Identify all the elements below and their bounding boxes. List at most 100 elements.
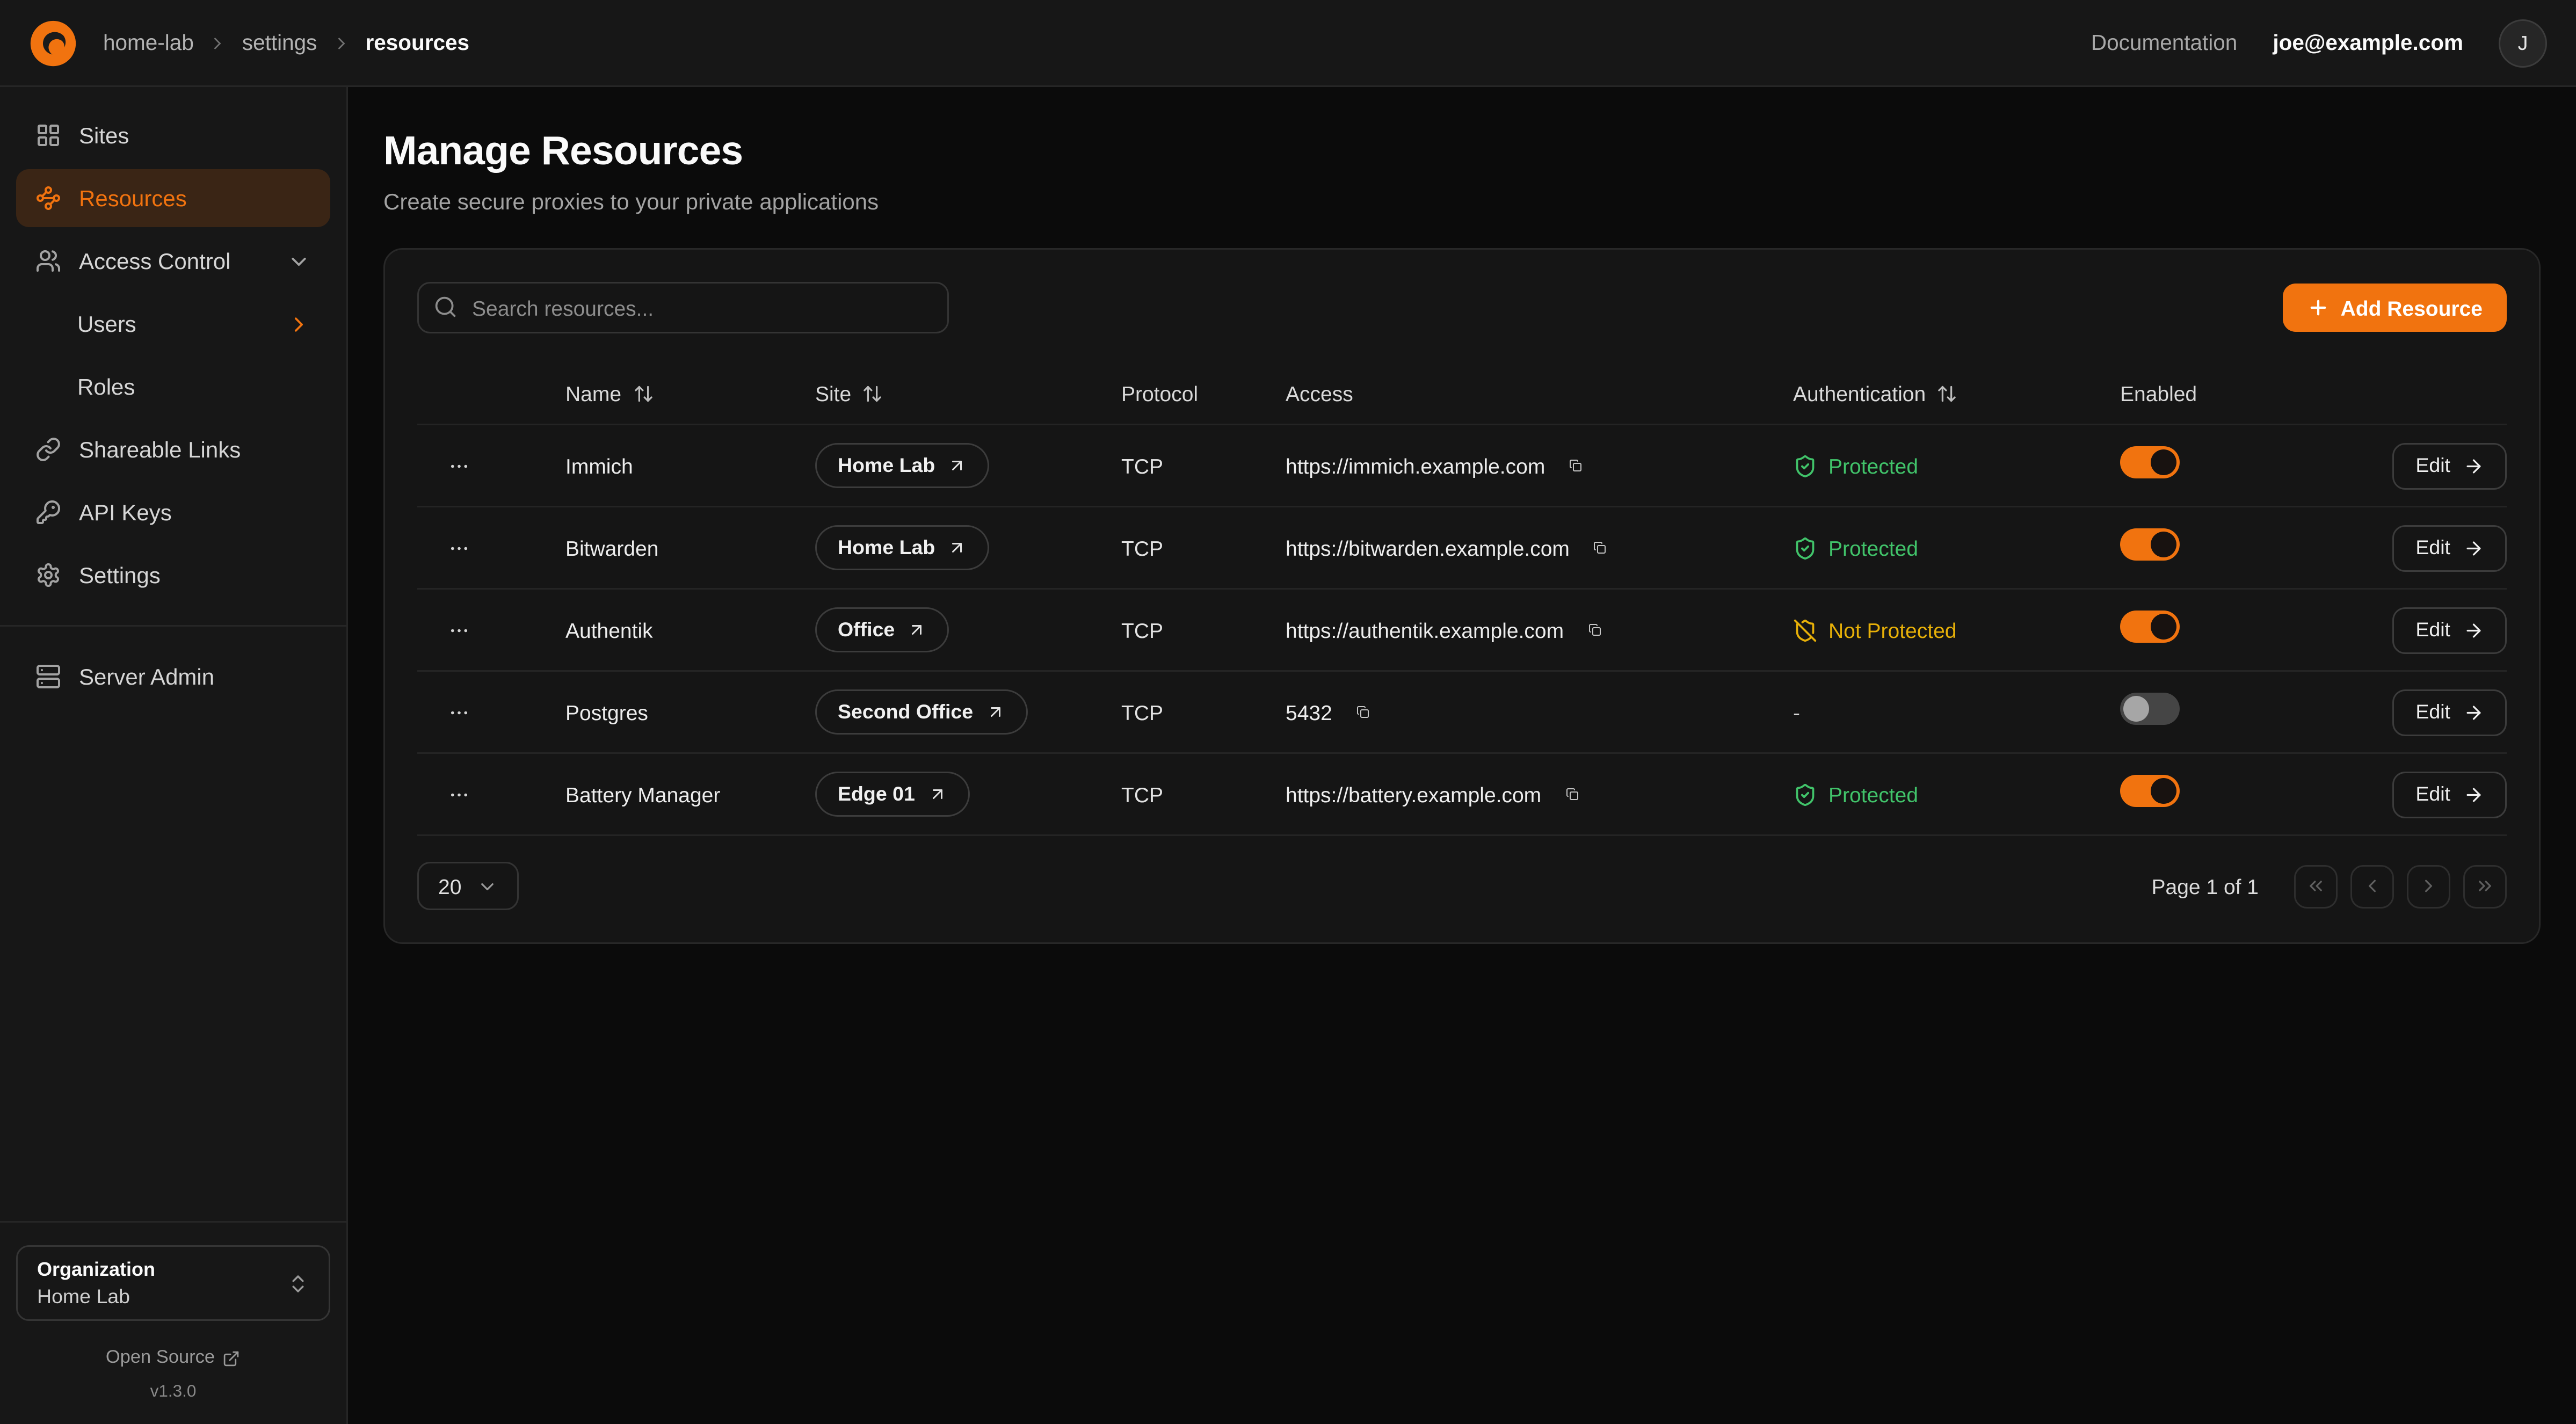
edit-button[interactable]: Edit — [2393, 771, 2507, 818]
sidebar-item-api-keys[interactable]: API Keys — [16, 483, 330, 541]
copy-button[interactable] — [1559, 449, 1592, 482]
chevron-right-icon — [208, 33, 228, 53]
chevron-left-icon — [2362, 875, 2383, 897]
copy-icon — [1588, 619, 1601, 641]
first-page-button[interactable] — [2294, 864, 2338, 908]
header-site-label: Site — [815, 381, 851, 405]
edit-button[interactable]: Edit — [2393, 689, 2507, 736]
server-icon — [35, 664, 61, 689]
enabled-toggle[interactable] — [2120, 528, 2180, 560]
edit-button[interactable]: Edit — [2393, 442, 2507, 489]
resources-toolbar: Add Resource — [417, 282, 2507, 333]
edit-button[interactable]: Edit — [2393, 525, 2507, 571]
pangolin-logo-icon[interactable] — [29, 19, 77, 67]
documentation-link[interactable]: Documentation — [2091, 31, 2237, 55]
edit-button-label: Edit — [2415, 783, 2450, 805]
resource-access-url[interactable]: https://battery.example.com — [1286, 782, 1541, 807]
table-row: Battery Manager Edge 01 TCP https://batt… — [417, 752, 2507, 834]
page-subtitle: Create secure proxies to your private ap… — [383, 188, 2541, 214]
sidebar-item-server-admin[interactable]: Server Admin — [16, 648, 330, 706]
row-actions-button[interactable] — [438, 691, 480, 733]
header-authentication[interactable]: Authentication — [1793, 381, 2120, 405]
row-actions-button[interactable] — [438, 527, 480, 569]
breadcrumb-settings[interactable]: settings — [242, 31, 317, 55]
add-resource-button[interactable]: Add Resource — [2283, 284, 2507, 332]
sidebar-item-label: Roles — [77, 374, 135, 399]
sidebar-item-access-control[interactable]: Access Control — [16, 232, 330, 290]
avatar[interactable]: J — [2499, 19, 2547, 67]
sidebar-item-label: Access Control — [79, 248, 230, 274]
chevron-down-icon — [477, 876, 498, 897]
site-link-button[interactable]: Second Office — [815, 689, 1028, 735]
arrow-up-right-icon — [986, 702, 1005, 722]
copy-button[interactable] — [1584, 532, 1616, 564]
open-source-link[interactable]: Open Source — [106, 1348, 241, 1368]
arrow-up-right-icon — [948, 456, 967, 475]
previous-page-button[interactable] — [2350, 864, 2394, 908]
copy-button[interactable] — [1578, 614, 1610, 646]
next-page-button[interactable] — [2407, 864, 2450, 908]
enabled-toggle[interactable] — [2120, 446, 2180, 478]
resource-access-url[interactable]: https://bitwarden.example.com — [1286, 536, 1570, 560]
sidebar-item-roles[interactable]: Roles — [16, 358, 330, 416]
topbar-right: Documentation joe@example.com J — [2091, 19, 2547, 67]
sidebar-item-settings[interactable]: Settings — [16, 546, 330, 604]
header-name[interactable]: Name — [565, 381, 815, 405]
page-size-select[interactable]: 20 — [417, 862, 519, 910]
table-row: Immich Home Lab TCP https://immich.examp… — [417, 424, 2507, 506]
copy-button[interactable] — [1347, 696, 1379, 728]
sidebar-divider — [0, 625, 346, 627]
header-site[interactable]: Site — [815, 381, 1121, 405]
auth-status: Protected — [1793, 782, 2120, 807]
resource-name: Authentik — [565, 618, 815, 642]
ellipsis-icon — [448, 618, 470, 642]
sidebar-item-shareable-links[interactable]: Shareable Links — [16, 420, 330, 478]
breadcrumb-home-lab[interactable]: home-lab — [103, 31, 194, 55]
resource-access-url[interactable]: https://authentik.example.com — [1286, 618, 1564, 642]
search-box — [417, 282, 949, 333]
edit-button[interactable]: Edit — [2393, 607, 2507, 653]
shield-check-icon — [1793, 782, 1817, 807]
site-link-button[interactable]: Office — [815, 607, 949, 652]
auth-status: Protected — [1793, 454, 2120, 478]
site-name: Second Office — [838, 701, 973, 723]
organization-selector[interactable]: Organization Home Lab — [16, 1245, 330, 1321]
row-actions-button[interactable] — [438, 445, 480, 486]
copy-icon — [1565, 783, 1578, 805]
sidebar-footer: Organization Home Lab Open Source v1.3.0 — [0, 1221, 346, 1408]
waypoints-icon — [35, 185, 61, 211]
header-name-label: Name — [565, 381, 621, 405]
toggle-knob — [2151, 778, 2176, 803]
site-link-button[interactable]: Home Lab — [815, 443, 990, 488]
resource-name: Battery Manager — [565, 782, 815, 807]
sidebar-item-users[interactable]: Users — [16, 295, 330, 353]
enabled-toggle[interactable] — [2120, 610, 2180, 642]
sidebar-item-sites[interactable]: Sites — [16, 106, 330, 164]
ellipsis-icon — [448, 536, 470, 560]
copy-icon — [1356, 701, 1369, 723]
resource-access-url[interactable]: https://immich.example.com — [1286, 454, 1545, 478]
ellipsis-icon — [448, 700, 470, 724]
copy-button[interactable] — [1556, 778, 1588, 810]
enabled-toggle[interactable] — [2120, 692, 2180, 724]
auth-status-label: Protected — [1828, 782, 1918, 807]
row-actions-button[interactable] — [438, 773, 480, 815]
resource-access-url[interactable]: 5432 — [1286, 700, 1332, 724]
users-icon — [35, 248, 61, 274]
copy-icon — [1569, 454, 1582, 477]
site-link-button[interactable]: Edge 01 — [815, 772, 970, 817]
arrow-up-right-icon — [928, 784, 947, 804]
chevron-right-icon — [287, 312, 311, 336]
sidebar-item-resources[interactable]: Resources — [16, 169, 330, 227]
header-access: Access — [1286, 381, 1793, 405]
last-page-button[interactable] — [2463, 864, 2507, 908]
resource-protocol: TCP — [1121, 782, 1286, 807]
row-actions-button[interactable] — [438, 609, 480, 651]
enabled-toggle[interactable] — [2120, 774, 2180, 807]
sort-icon — [862, 383, 883, 404]
breadcrumb-resources[interactable]: resources — [365, 31, 469, 55]
sidebar: Sites Resources Access Control Users Rol… — [0, 87, 348, 1424]
search-input[interactable] — [417, 282, 949, 333]
site-link-button[interactable]: Home Lab — [815, 525, 990, 570]
auth-status-label: - — [1793, 700, 1800, 724]
